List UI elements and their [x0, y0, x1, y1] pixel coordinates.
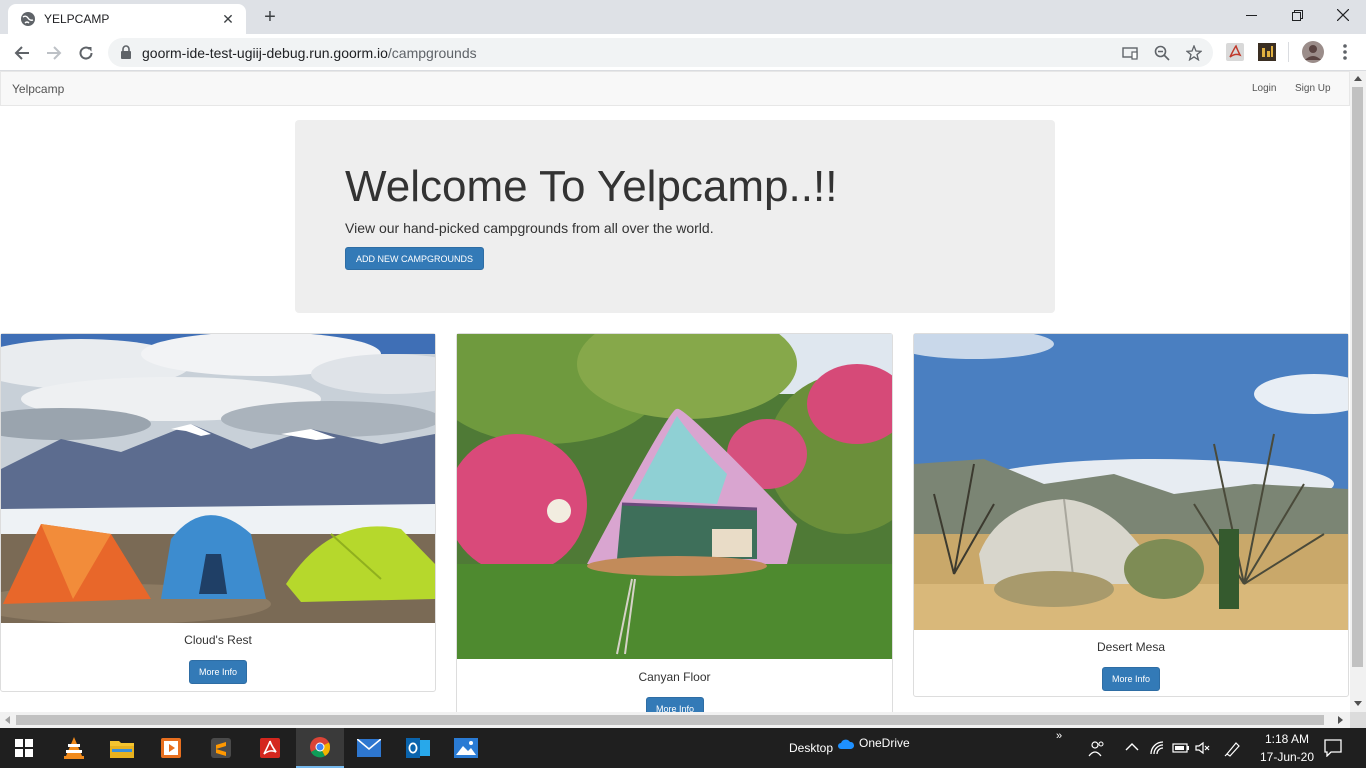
- menu-dots-icon[interactable]: [1336, 43, 1354, 61]
- windows-start-icon[interactable]: [0, 728, 48, 768]
- url-path: /campgrounds: [387, 45, 477, 61]
- clock-time[interactable]: 1:18 AM: [1258, 732, 1316, 746]
- campground-card: Cloud's Rest More Info: [0, 333, 436, 692]
- vlc-icon[interactable]: [50, 728, 98, 768]
- new-tab-icon[interactable]: +: [258, 6, 282, 30]
- cast-icon[interactable]: [1120, 43, 1140, 63]
- horizontal-scrollbar[interactable]: [0, 712, 1350, 728]
- campground-image-desert-mesa[interactable]: [914, 334, 1348, 630]
- url-host: goorm-ide-test-ugiij-debug.run.goorm.io: [142, 45, 388, 61]
- jumbotron-lead: View our hand-picked campgrounds from al…: [345, 220, 714, 236]
- onedrive-icon[interactable]: [838, 738, 854, 750]
- address-bar[interactable]: goorm-ide-test-ugiij-debug.run.goorm.io/…: [108, 38, 1213, 67]
- windows-taskbar: Desktop OneDrive » 1:18 AM 17-Jun-20: [0, 728, 1366, 768]
- restore-icon[interactable]: [1274, 0, 1320, 30]
- vertical-scroll-thumb[interactable]: [1352, 87, 1363, 667]
- file-explorer-icon[interactable]: [98, 728, 146, 768]
- browser-tab[interactable]: YELPCAMP ✕: [8, 4, 246, 34]
- minimize-icon[interactable]: [1228, 0, 1274, 30]
- campground-image-clouds-rest[interactable]: [1, 334, 435, 623]
- scroll-up-icon[interactable]: [1354, 76, 1362, 81]
- chrome-icon[interactable]: [296, 728, 344, 768]
- photos-icon[interactable]: [442, 728, 490, 768]
- pen-icon[interactable]: [1224, 739, 1242, 757]
- site-brand[interactable]: Yelpcamp: [12, 82, 64, 96]
- more-info-button[interactable]: More Info: [1102, 667, 1160, 691]
- forward-arrow-icon[interactable]: [40, 39, 68, 67]
- campground-name: Canyan Floor: [638, 670, 711, 684]
- scroll-right-icon[interactable]: [1338, 716, 1343, 724]
- vertical-scrollbar[interactable]: [1350, 71, 1366, 712]
- mail-icon[interactable]: [345, 728, 393, 768]
- campground-card: Canyan Floor More Info: [456, 333, 893, 712]
- browser-tab-strip: YELPCAMP ✕ +: [0, 0, 1366, 34]
- chevron-up-icon[interactable]: [1125, 742, 1139, 752]
- sublime-text-icon[interactable]: [197, 728, 245, 768]
- tab-title: YELPCAMP: [44, 12, 110, 26]
- wifi-icon[interactable]: [1149, 740, 1165, 756]
- more-info-button[interactable]: More Info: [646, 697, 704, 712]
- bookmark-star-icon[interactable]: [1184, 43, 1204, 63]
- campground-name: Desert Mesa: [1096, 640, 1166, 654]
- page-title: Welcome To Yelpcamp..!!: [345, 162, 838, 211]
- people-icon[interactable]: [1088, 739, 1106, 757]
- desktop-toolbar-label[interactable]: Desktop: [789, 741, 833, 755]
- scroll-down-icon[interactable]: [1354, 701, 1362, 706]
- toolbar-divider: [1288, 42, 1289, 62]
- notification-center-icon[interactable]: [1324, 739, 1342, 757]
- onedrive-label[interactable]: OneDrive: [859, 736, 910, 750]
- browser-toolbar: goorm-ide-test-ugiij-debug.run.goorm.io/…: [0, 34, 1366, 71]
- campground-name: Cloud's Rest: [184, 633, 252, 647]
- globe-icon: [21, 12, 35, 26]
- page-viewport: Yelpcamp Login Sign Up Welcome To Yelpca…: [0, 71, 1350, 712]
- outlook-icon[interactable]: [394, 728, 442, 768]
- clock-date[interactable]: 17-Jun-20: [1252, 750, 1322, 764]
- jumbotron: Welcome To Yelpcamp..!! View our hand-pi…: [295, 120, 1055, 313]
- scroll-left-icon[interactable]: [5, 716, 10, 724]
- extension-icon[interactable]: [1258, 43, 1276, 61]
- acrobat-extension-icon[interactable]: [1226, 43, 1244, 61]
- site-navbar: Yelpcamp Login Sign Up: [0, 71, 1350, 106]
- battery-icon[interactable]: [1172, 741, 1190, 755]
- acrobat-reader-icon[interactable]: [246, 728, 294, 768]
- tab-close-icon[interactable]: ✕: [220, 11, 236, 28]
- toolbar-overflow-icon[interactable]: »: [1056, 730, 1062, 742]
- add-campground-button[interactable]: ADD NEW CAMPGROUNDS: [345, 247, 484, 270]
- signup-link[interactable]: Sign Up: [1295, 83, 1331, 94]
- more-info-button[interactable]: More Info: [189, 660, 247, 684]
- lock-icon: [121, 45, 131, 59]
- media-player-icon[interactable]: [147, 728, 195, 768]
- close-window-icon[interactable]: [1320, 0, 1366, 30]
- back-arrow-icon[interactable]: [8, 39, 36, 67]
- volume-muted-icon[interactable]: [1195, 741, 1211, 755]
- campground-card: Desert Mesa More Info: [913, 333, 1349, 697]
- reload-icon[interactable]: [72, 39, 100, 67]
- login-link[interactable]: Login: [1252, 83, 1276, 94]
- scrollbar-corner: [1350, 712, 1366, 728]
- url-text: goorm-ide-test-ugiij-debug.run.goorm.io/…: [142, 45, 477, 61]
- zoom-icon[interactable]: [1152, 43, 1172, 63]
- campground-image-canyan-floor[interactable]: [457, 334, 892, 659]
- profile-avatar[interactable]: [1302, 41, 1324, 63]
- horizontal-scroll-thumb[interactable]: [16, 715, 1324, 725]
